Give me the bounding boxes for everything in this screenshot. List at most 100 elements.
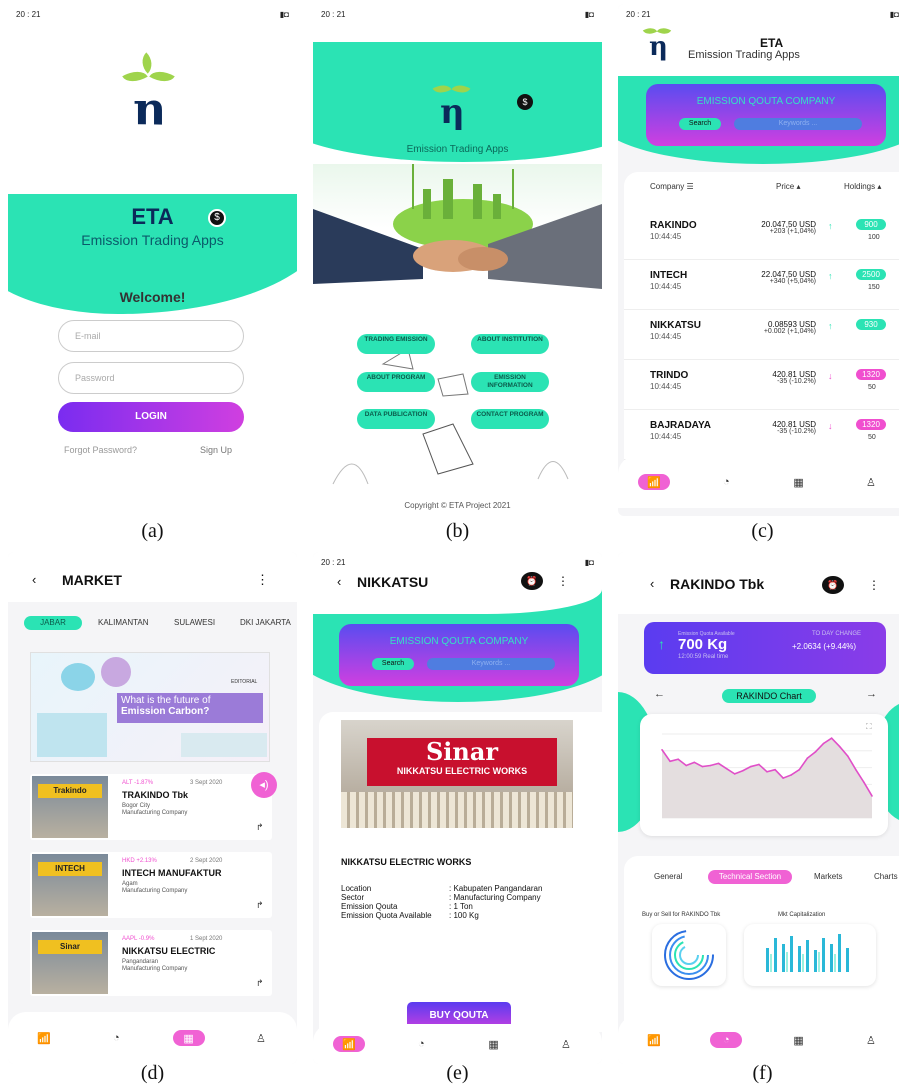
- col-price[interactable]: Price ▴: [776, 182, 800, 191]
- forgot-password-link[interactable]: Forgot Password?: [64, 445, 137, 455]
- nav-profile-icon[interactable]: ♙: [550, 1036, 582, 1052]
- search-button[interactable]: Search: [372, 658, 414, 670]
- tab-section[interactable]: General: [654, 870, 682, 884]
- table-row[interactable]: INTECH 10:44:45 22.047,50 USD +340 (+5,04%)…: [624, 266, 899, 310]
- company-type: Manufacturing Company: [122, 966, 188, 972]
- search-button[interactable]: Search: [679, 118, 721, 130]
- row-time: 10:44:45: [650, 232, 682, 241]
- nav-profile-icon[interactable]: ♙: [855, 1032, 887, 1048]
- alarm-icon[interactable]: ⏰: [822, 576, 844, 594]
- signal-battery-icon: ▮◘: [889, 10, 899, 19]
- list-item[interactable]: INTECH HKD +2.13% 2 Sept 2020 INTECH MANUFA…: [30, 852, 272, 918]
- nav-profile-icon[interactable]: ♙: [245, 1030, 277, 1046]
- table-row[interactable]: NIKKATSU 10:44:45 0.08593 USD +0.002 (+1,04…: [624, 316, 899, 360]
- sign-big-text: Sinar: [425, 737, 499, 766]
- nav-company-icon[interactable]: ▦: [478, 1036, 510, 1052]
- table-row[interactable]: TRINDO 10:44:45 420.81 USD -35 (-10.2%) ↓ 132…: [624, 366, 899, 410]
- nav-portfolio-icon[interactable]: ◔: [405, 1036, 437, 1052]
- nav-portfolio-icon[interactable]: ◔: [710, 474, 742, 490]
- alarm-icon[interactable]: ⏰: [521, 572, 543, 590]
- quota-summary-card: Emission Quota Available ↑ 700 Kg 12:00:…: [644, 622, 886, 674]
- back-icon[interactable]: ‹: [32, 572, 36, 587]
- tab-region[interactable]: KALIMANTAN: [98, 616, 149, 630]
- ticker-tag: HKD +2.13%: [122, 858, 157, 864]
- nav-portfolio-icon[interactable]: ◔: [710, 1032, 743, 1048]
- screen-market: ‹ MARKET ⋮ JABAR KALIMANTAN SULAWESI DKI JA…: [8, 552, 297, 1064]
- nav-market-icon[interactable]: 📶: [28, 1030, 60, 1046]
- menu-item[interactable]: DATA PUBLICATION: [357, 409, 435, 429]
- nav-market-icon[interactable]: 📶: [638, 474, 671, 490]
- col-company[interactable]: Company ☰: [650, 182, 694, 191]
- status-time: 20 : 21: [321, 558, 346, 567]
- more-menu-icon[interactable]: ⋮: [868, 578, 880, 592]
- tab-section[interactable]: Markets: [814, 870, 842, 884]
- tab-region[interactable]: JABAR: [24, 616, 82, 630]
- hero-bubble: [61, 663, 95, 691]
- back-icon[interactable]: ‹: [337, 574, 341, 589]
- nav-company-icon[interactable]: ▦: [172, 1030, 205, 1046]
- tab-section[interactable]: Technical Section: [708, 870, 792, 884]
- caption-d: (d): [140, 1062, 165, 1084]
- login-button[interactable]: LOGIN: [58, 402, 244, 432]
- menu-item[interactable]: CONTACT PROGRAM: [471, 409, 549, 429]
- nav-portfolio-icon[interactable]: ◔: [100, 1030, 132, 1046]
- nav-market-icon[interactable]: 📶: [333, 1036, 366, 1052]
- menu-item[interactable]: ABOUT INSTITUTION: [471, 334, 549, 354]
- status-time: 20 : 21: [321, 10, 346, 19]
- up-arrow-icon: ↑: [828, 221, 833, 231]
- keywords-input[interactable]: Keywords ...: [427, 658, 555, 670]
- radial-gauge-chart: [664, 930, 714, 980]
- share-icon[interactable]: ↱: [256, 978, 264, 989]
- company-name: RAKINDO: [650, 220, 697, 231]
- company-name: BAJRADAYA: [650, 420, 711, 431]
- table-row[interactable]: BAJRADAYA 10:44:45 420.81 USD -35 (-10.2%) ↓…: [624, 416, 899, 460]
- chart-point: [709, 764, 712, 767]
- sign-up-link[interactable]: Sign Up: [200, 445, 232, 455]
- chart-point: [750, 765, 752, 768]
- speaker-fab-icon[interactable]: ◂): [251, 772, 277, 798]
- back-icon[interactable]: ‹: [650, 576, 654, 591]
- page-title: NIKKATSU: [357, 574, 429, 590]
- prev-arrow-icon[interactable]: ←: [654, 688, 665, 700]
- more-menu-icon[interactable]: ⋮: [557, 574, 569, 588]
- bar-gauge-chart: [766, 934, 849, 972]
- nav-company-icon[interactable]: ▦: [783, 474, 815, 490]
- news-date: 2 Sept 2020: [190, 858, 223, 864]
- handshake-illustration: [313, 164, 602, 324]
- nav-company-icon[interactable]: ▦: [783, 1032, 815, 1048]
- tab-region[interactable]: SULAWESI: [174, 616, 215, 630]
- nav-profile-icon[interactable]: ♙: [855, 474, 887, 490]
- expand-icon[interactable]: ⛶: [866, 722, 872, 732]
- row-time: 10:44:45: [650, 332, 682, 341]
- share-icon[interactable]: ↱: [256, 900, 264, 911]
- more-menu-icon[interactable]: ⋮: [256, 572, 269, 588]
- nav-market-icon[interactable]: 📶: [638, 1032, 670, 1048]
- screen-company-chart: ‹ RAKINDO Tbk ⏰ ⋮ Emission Quota Availab…: [618, 552, 899, 1064]
- email-field[interactable]: E-mail: [58, 320, 244, 352]
- hero-banner[interactable]: EDITORIAL What is the future of Emission…: [30, 652, 270, 762]
- tab-region[interactable]: DKI JAKARTA: [240, 616, 291, 630]
- next-arrow-icon[interactable]: →: [866, 688, 877, 700]
- tab-section[interactable]: Charts: [874, 870, 898, 884]
- table-row[interactable]: RAKINDO 10:44:45 20.047,50 USD +203 (+1,04%…: [624, 216, 899, 260]
- list-item[interactable]: Sinar AAPL -0.9% 1 Sept 2020 NIKKATSU ELECT…: [30, 930, 272, 996]
- menu-item[interactable]: ABOUT PROGRAM: [357, 372, 435, 392]
- detail-value: : 100 Kg: [449, 911, 479, 920]
- holdings-sub: 50: [868, 434, 876, 441]
- share-icon[interactable]: ↱: [256, 822, 264, 833]
- hero-line-1: What is the future of: [121, 695, 211, 706]
- copyright-text: Copyright © ETA Project 2021: [404, 501, 511, 510]
- thumbnail-label: Trakindo: [38, 784, 102, 798]
- keywords-input[interactable]: Keywords ...: [734, 118, 862, 130]
- section-2-label: Mkt Capitalization: [778, 912, 826, 918]
- price-chart[interactable]: [640, 714, 888, 836]
- page-title: MARKET: [62, 572, 122, 588]
- menu-item[interactable]: EMISSION INFORMATION: [471, 372, 549, 392]
- col-holdings[interactable]: Holdings ▴: [844, 182, 881, 191]
- menu-item[interactable]: TRADING EMISSION: [357, 334, 435, 354]
- list-item[interactable]: Trakindo ALT -1.87% 3 Sept 2020 TRAKINDO Tb…: [30, 774, 272, 840]
- detail-label: Emission Quota Available: [341, 911, 432, 920]
- detail-label: Location: [341, 884, 372, 893]
- password-field[interactable]: Password: [58, 362, 244, 394]
- logo-eta-icon: η: [649, 32, 668, 62]
